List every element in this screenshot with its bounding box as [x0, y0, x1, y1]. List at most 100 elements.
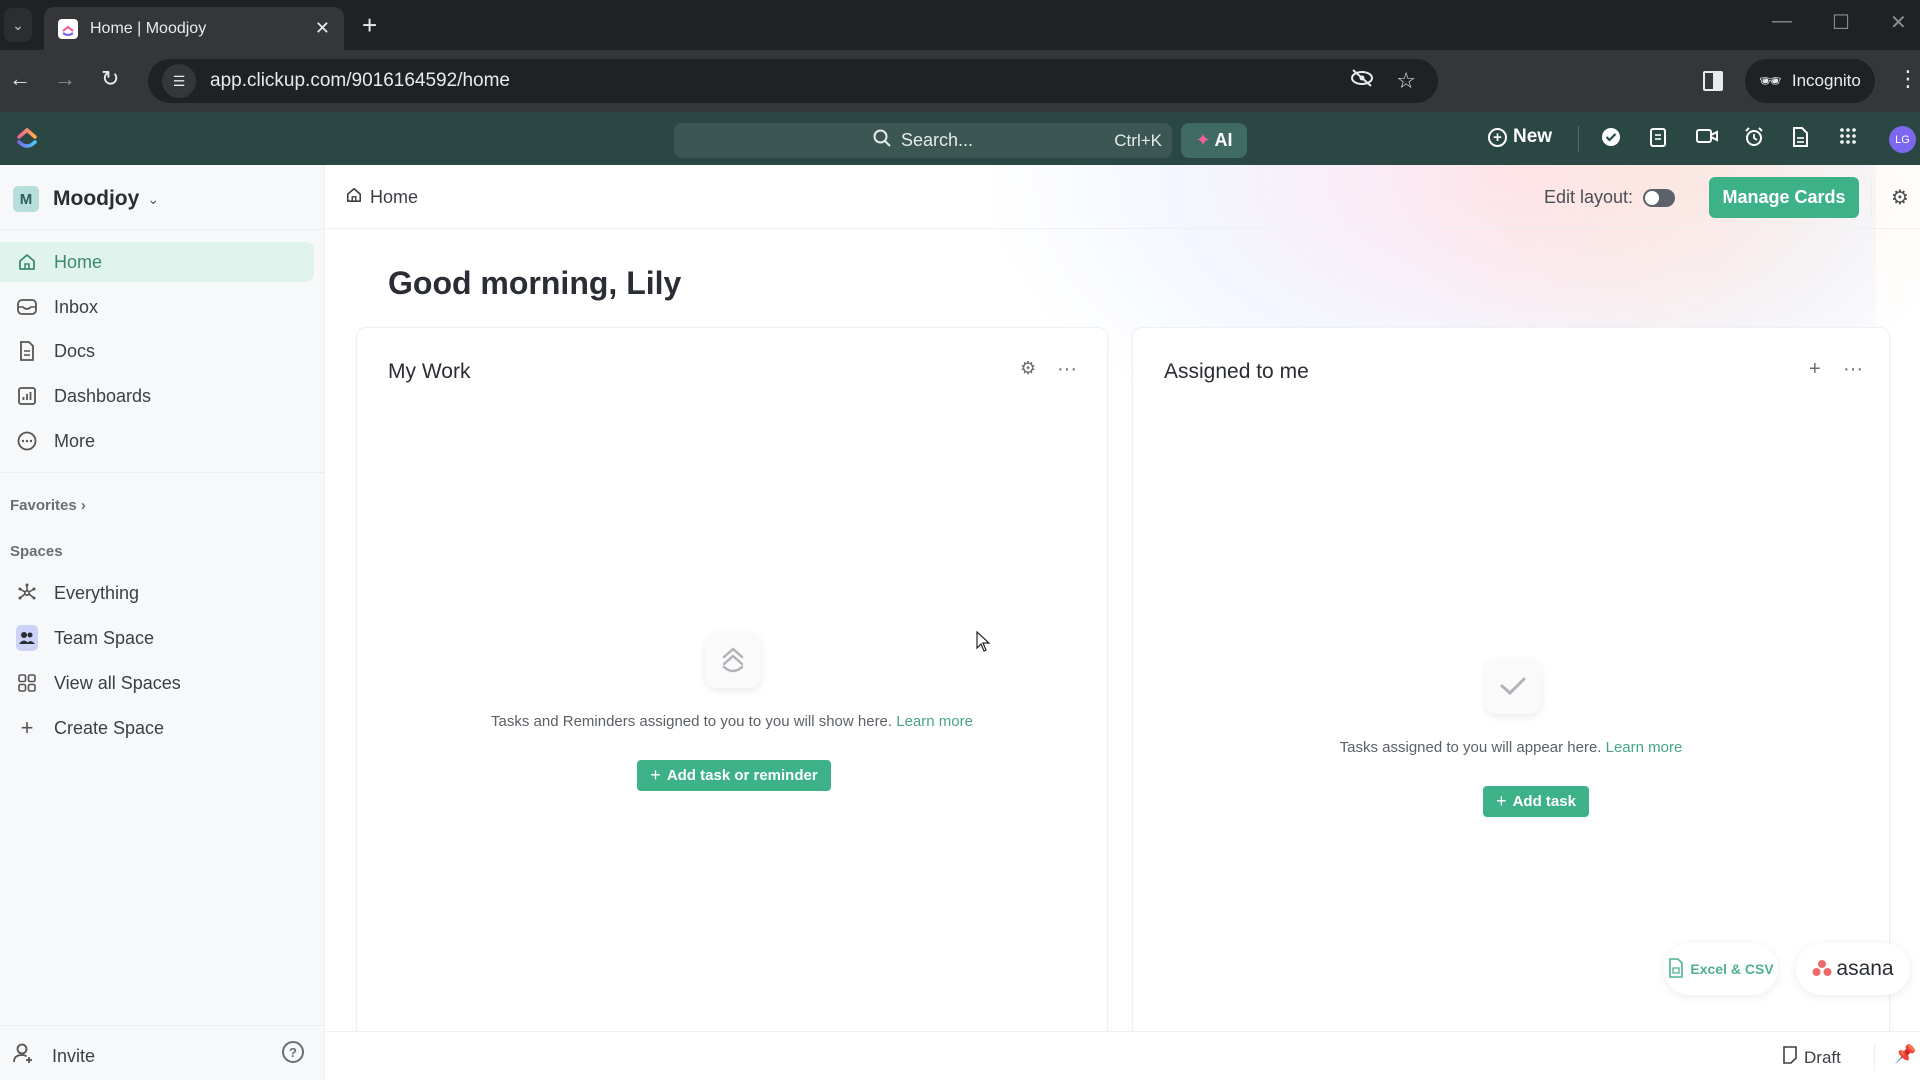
draft-button[interactable]: Draft [1782, 1046, 1841, 1069]
spaces-header: Spaces [10, 543, 63, 560]
tab-search-button[interactable]: ⌄ [4, 8, 32, 42]
forward-icon[interactable]: → [54, 66, 76, 92]
notepad-icon[interactable] [1649, 127, 1667, 153]
sidebar-item-create-space[interactable]: + Create Space [0, 708, 314, 748]
import-asana-button[interactable]: asana [1796, 943, 1910, 995]
sidebar-item-home[interactable]: Home [0, 242, 314, 282]
ai-button[interactable]: ✦ AI [1181, 123, 1247, 158]
new-tab-button[interactable]: + [362, 10, 377, 41]
sidebar-item-label: Team Space [54, 627, 155, 648]
alarm-clock-icon[interactable] [1744, 127, 1764, 153]
sidebar-item-inbox[interactable]: Inbox [0, 287, 314, 327]
eye-slash-icon[interactable] [1350, 68, 1374, 94]
address-bar[interactable]: ☰ app.clickup.com/9016164592/home ☆ [148, 59, 1438, 103]
card-title: My Work [388, 360, 471, 383]
tab-close-icon[interactable]: ✕ [315, 18, 330, 39]
draft-label: Draft [1804, 1047, 1841, 1067]
my-work-card: My Work ⚙ ··· Tasks and Reminders assign… [356, 327, 1108, 1080]
edit-layout-label: Edit layout: [1544, 187, 1634, 207]
new-button[interactable]: + New [1488, 126, 1552, 148]
excel-label: Excel & CSV [1690, 961, 1774, 977]
browser-toolbar: ← → ↻ ☰ app.clickup.com/9016164592/home … [0, 50, 1920, 112]
browser-tab[interactable]: Home | Moodjoy ✕ [44, 7, 344, 50]
help-icon[interactable]: ? [282, 1041, 304, 1063]
edit-layout-control: Edit layout: [1544, 187, 1676, 208]
apps-grid-icon[interactable] [1839, 127, 1857, 151]
assigned-empty-text: Tasks assigned to you will appear here. … [1133, 739, 1889, 756]
ai-label: AI [1214, 130, 1233, 150]
draft-icon [1782, 1046, 1798, 1069]
maximize-icon[interactable]: ☐ [1832, 10, 1850, 35]
breadcrumb[interactable]: Home [346, 187, 418, 208]
sidebar-item-label: Inbox [54, 296, 99, 317]
plus-circle-icon: + [1488, 127, 1507, 147]
url-text[interactable]: app.clickup.com/9016164592/home [210, 70, 1350, 92]
sidebar-item-label: More [54, 430, 96, 451]
sidebar-item-view-all-spaces[interactable]: View all Spaces [0, 663, 314, 703]
site-info-icon[interactable]: ☰ [162, 64, 196, 98]
search-icon [873, 129, 891, 152]
app-topbar: Search... Ctrl+K ✦ AI + New LG [0, 112, 1920, 165]
page-title: Good morning, Lily [388, 265, 682, 301]
plus-icon[interactable]: + [1809, 358, 1821, 381]
search-bar[interactable]: Search... Ctrl+K [674, 123, 1172, 158]
document-icon[interactable] [1791, 127, 1809, 153]
more-horizontal-icon[interactable]: ··· [1057, 358, 1077, 381]
gear-icon[interactable]: ⚙ [1020, 358, 1036, 379]
manage-cards-button[interactable]: Manage Cards [1709, 177, 1859, 218]
sidebar-item-everything[interactable]: Everything [0, 573, 314, 613]
browser-tabstrip: ⌄ Home | Moodjoy ✕ + — ☐ ✕ [0, 0, 1920, 50]
window-close-icon[interactable]: ✕ [1890, 10, 1907, 35]
everything-icon [16, 583, 38, 603]
incognito-icon: 🕶 [1759, 70, 1782, 91]
add-task-or-reminder-button[interactable]: + Add task or reminder [637, 760, 831, 791]
workspace-switcher[interactable]: M Moodjoy ⌄ [13, 186, 159, 212]
gear-icon[interactable]: ⚙ [1891, 185, 1909, 210]
empty-message: Tasks and Reminders assigned to you to y… [491, 713, 893, 730]
more-horizontal-icon[interactable]: ··· [1843, 358, 1863, 381]
sparkle-icon: ✦ [1195, 130, 1211, 150]
favorites-header[interactable]: Favorites › [10, 497, 86, 514]
check-icon [1485, 658, 1541, 714]
main-content: Home Edit layout: Manage Cards ⚙ Good mo… [326, 165, 1920, 1080]
sidebar-item-dashboards[interactable]: Dashboards [0, 376, 314, 416]
breadcrumb-home: Home [370, 187, 419, 207]
pin-icon[interactable]: 📌 [1894, 1044, 1916, 1065]
reload-icon[interactable]: ↻ [101, 66, 119, 92]
invite-button[interactable]: Invite [12, 1042, 95, 1070]
user-plus-icon [12, 1042, 34, 1070]
bookmark-star-icon[interactable]: ☆ [1396, 68, 1416, 94]
learn-more-link[interactable]: Learn more [1606, 739, 1683, 756]
plus-icon: + [1496, 791, 1507, 811]
home-icon [16, 253, 38, 271]
sidebar-item-label: Everything [54, 582, 140, 603]
sidebar-item-more[interactable]: More [0, 421, 314, 461]
minimize-icon[interactable]: — [1772, 10, 1792, 33]
video-icon[interactable] [1696, 127, 1718, 151]
user-avatar[interactable]: LG [1889, 126, 1916, 153]
search-shortcut: Ctrl+K [1114, 130, 1162, 150]
clickup-logo[interactable] [16, 126, 38, 150]
card-title: Assigned to me [1164, 360, 1309, 383]
appbar-divider [1578, 126, 1579, 152]
favorites-label: Favorites [10, 497, 77, 514]
sidebar-footer: Invite ? [0, 1025, 324, 1080]
sidebar-item-label: Create Space [54, 717, 165, 738]
sidebar-item-label: Docs [54, 340, 96, 361]
learn-more-link[interactable]: Learn more [896, 713, 973, 730]
import-excel-csv-button[interactable]: Excel & CSV [1664, 943, 1778, 995]
new-label: New [1513, 126, 1553, 147]
home-icon [346, 187, 362, 208]
divider [0, 229, 324, 230]
clickup-favicon [58, 18, 78, 39]
check-circle-icon[interactable] [1601, 127, 1621, 153]
back-icon[interactable]: ← [9, 66, 31, 92]
incognito-indicator[interactable]: 🕶 Incognito [1745, 59, 1875, 103]
edit-layout-toggle[interactable] [1643, 188, 1676, 207]
sidebar-item-docs[interactable]: Docs [0, 331, 314, 371]
add-task-button[interactable]: + Add task [1483, 786, 1589, 817]
side-panel-icon[interactable] [1703, 71, 1723, 91]
sidebar-item-team-space[interactable]: Team Space [0, 618, 314, 658]
invite-label: Invite [52, 1045, 96, 1066]
browser-menu-icon[interactable]: ⋮ [1897, 66, 1919, 92]
